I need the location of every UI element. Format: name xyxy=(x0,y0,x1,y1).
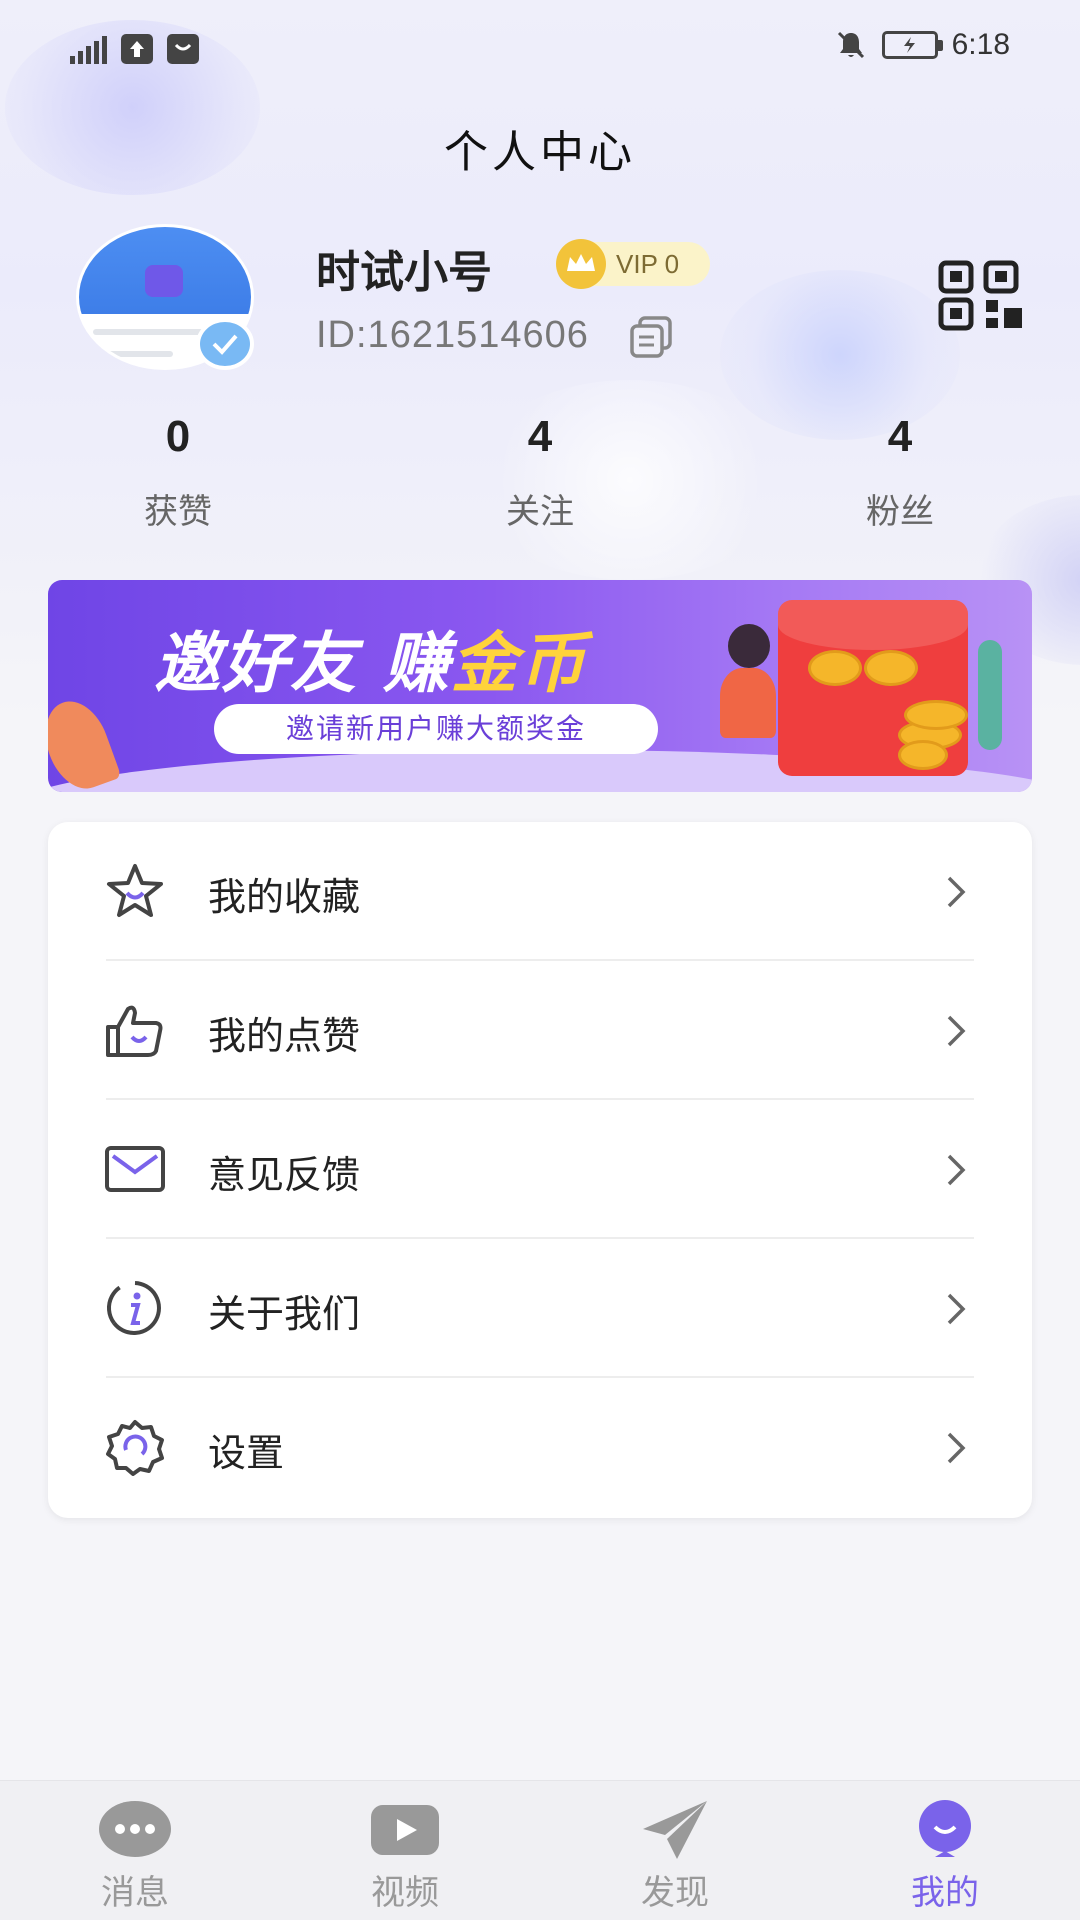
profile-stats: 0 获赞 4 关注 4 粉丝 xyxy=(0,412,1080,542)
mail-icon xyxy=(105,1146,165,1192)
star-icon xyxy=(107,864,163,917)
play-icon xyxy=(371,1805,439,1855)
battery-icon xyxy=(881,31,943,59)
menu-item-settings[interactable]: 设置 xyxy=(48,1378,1032,1517)
stat-value: 4 xyxy=(887,412,913,461)
thumbs-up-icon xyxy=(106,1005,163,1057)
menu-item-feedback[interactable]: 意见反馈 xyxy=(48,1100,1032,1239)
tab-messages[interactable]: 消息 xyxy=(35,1781,235,1920)
banner-subtitle: 邀请新用户赚大额奖金 xyxy=(214,704,658,754)
stat-value: 0 xyxy=(165,412,191,461)
gear-icon xyxy=(106,1420,164,1476)
tab-discover[interactable]: 发现 xyxy=(575,1781,775,1920)
stat-following[interactable]: 4 关注 xyxy=(440,412,640,533)
plant-illustration xyxy=(978,640,1002,750)
stat-followers[interactable]: 4 粉丝 xyxy=(800,412,1000,533)
clock-time: 6:18 xyxy=(951,28,1010,61)
user-id: ID:1621514606 xyxy=(316,314,589,356)
vip-badge[interactable]: VIP 0 xyxy=(556,239,710,289)
stat-label: 关注 xyxy=(506,492,574,532)
menu-item-favorites[interactable]: 我的收藏 xyxy=(48,822,1032,961)
verified-badge-icon xyxy=(196,318,254,370)
qr-code-icon[interactable] xyxy=(938,260,1028,332)
girl-illustration xyxy=(728,624,770,668)
bottom-tab-bar: 消息 视频 发现 我的 xyxy=(0,1780,1080,1920)
tab-label: 视频 xyxy=(371,1873,439,1913)
chevron-right-icon xyxy=(947,1015,966,1047)
bag-notification-icon xyxy=(167,34,199,64)
upload-notification-icon xyxy=(121,34,153,64)
menu-item-likes[interactable]: 我的点赞 xyxy=(48,961,1032,1100)
info-icon xyxy=(106,1280,161,1335)
chevron-right-icon xyxy=(947,1432,966,1464)
menu-item-label: 意见反馈 xyxy=(208,1153,361,1197)
tab-label: 发现 xyxy=(641,1873,709,1913)
stat-value: 4 xyxy=(527,412,553,461)
menu-item-about[interactable]: 关于我们 xyxy=(48,1239,1032,1378)
crown-icon xyxy=(556,239,606,289)
vip-level: VIP 0 xyxy=(616,248,680,279)
stat-likes[interactable]: 0 获赞 xyxy=(78,412,278,533)
mute-bell-icon xyxy=(837,31,864,59)
menu-item-label: 关于我们 xyxy=(208,1292,361,1336)
chevron-right-icon xyxy=(947,1293,966,1325)
menu-card: 我的收藏 我的点赞 意见反馈 关于我们 设置 xyxy=(48,822,1032,1518)
profile-icon xyxy=(919,1800,971,1857)
paper-plane-icon xyxy=(643,1801,707,1859)
chevron-right-icon xyxy=(947,1154,966,1186)
tab-videos[interactable]: 视频 xyxy=(305,1781,505,1920)
menu-item-label: 我的点赞 xyxy=(208,1014,361,1058)
tab-me[interactable]: 我的 xyxy=(845,1781,1045,1920)
menu-item-label: 设置 xyxy=(208,1431,285,1475)
page-title: 个人中心 xyxy=(444,127,636,178)
invite-friends-banner[interactable]: 邀好友 赚金币 邀请新用户赚大额奖金 xyxy=(48,580,1032,792)
copy-icon[interactable] xyxy=(626,314,676,360)
tab-label: 消息 xyxy=(101,1873,169,1913)
stat-label: 获赞 xyxy=(144,492,212,532)
chevron-right-icon xyxy=(947,876,966,908)
stat-label: 粉丝 xyxy=(866,492,934,532)
menu-item-label: 我的收藏 xyxy=(208,875,361,919)
banner-title: 邀好友 赚金币 xyxy=(154,625,587,702)
username: 时试小号 xyxy=(316,247,492,298)
status-bar: 6:18 xyxy=(0,0,1080,100)
tab-label: 我的 xyxy=(911,1873,979,1913)
cellular-signal-icon xyxy=(70,34,107,64)
chat-bubble-icon xyxy=(99,1801,171,1857)
